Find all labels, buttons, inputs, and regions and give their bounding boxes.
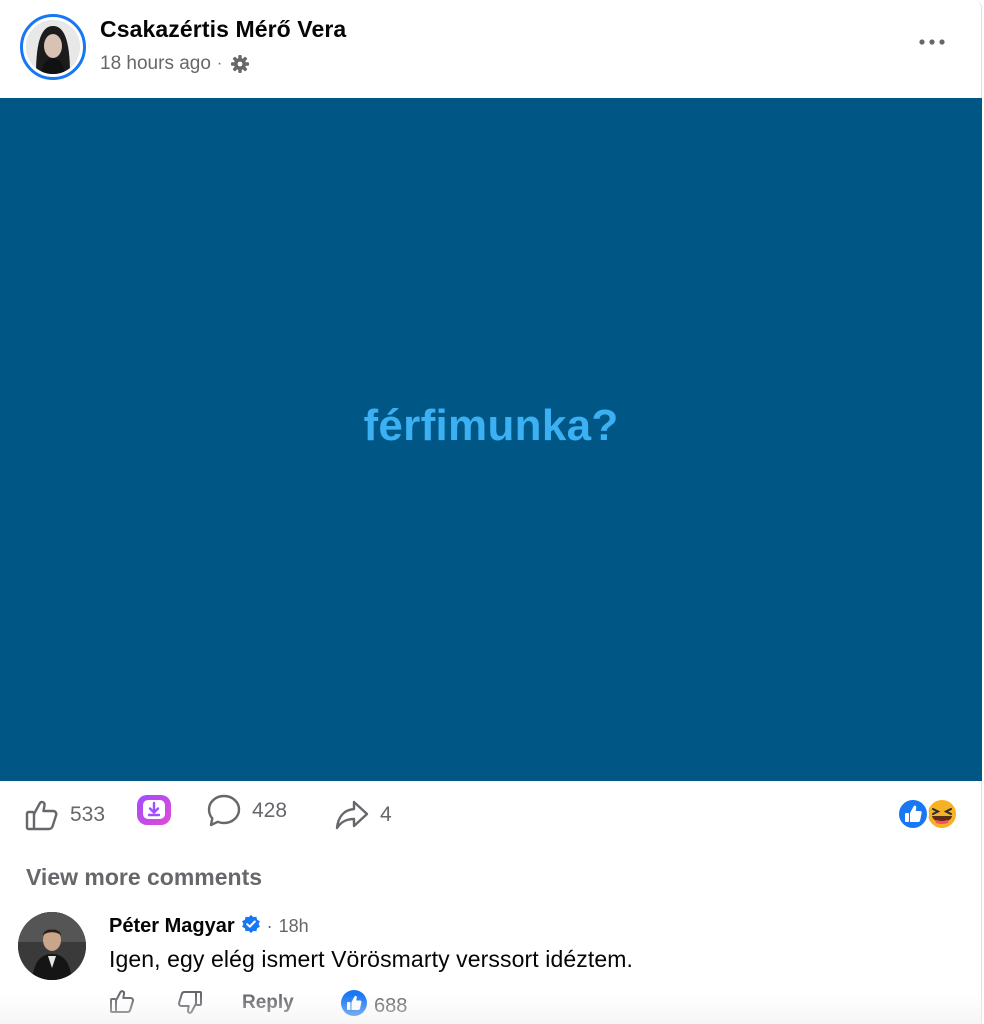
like-count: 533 bbox=[70, 803, 106, 826]
post-time[interactable]: 18 hours ago bbox=[100, 53, 211, 75]
like-button[interactable]: 533 bbox=[24, 797, 105, 833]
comment-button[interactable]: 428 bbox=[206, 793, 287, 829]
comment-author-name[interactable]: Péter Magyar bbox=[109, 915, 235, 938]
author-avatar[interactable] bbox=[26, 20, 80, 74]
more-options-icon[interactable] bbox=[916, 30, 948, 54]
like-reaction-icon bbox=[897, 798, 929, 830]
post-action-bar: 533 428 4 bbox=[0, 781, 982, 847]
boost-icon bbox=[135, 793, 173, 829]
comment-separator: · bbox=[266, 916, 273, 936]
post-image[interactable]: férfimunka? bbox=[0, 98, 982, 781]
view-more-comments-link[interactable]: View more comments bbox=[26, 864, 262, 891]
like-reaction-icon bbox=[340, 989, 368, 1023]
thumbs-up-icon bbox=[24, 797, 60, 833]
share-arrow-icon bbox=[334, 797, 370, 833]
comment-text: Igen, egy elég ismert Vörösmarty verssor… bbox=[109, 946, 633, 972]
share-count: 4 bbox=[380, 803, 392, 826]
post-header: Csakazértis Mérő Vera 18 hours ago · bbox=[0, 0, 982, 98]
comment-like-count: 688 bbox=[374, 994, 408, 1017]
boost-button[interactable] bbox=[135, 793, 173, 829]
comment-like-icon[interactable] bbox=[108, 987, 136, 1020]
comment-dislike-icon[interactable] bbox=[176, 989, 204, 1022]
post-card: Csakazértis Mérő Vera 18 hours ago · fér… bbox=[0, 0, 982, 1024]
author-avatar-ring[interactable] bbox=[20, 14, 86, 80]
reply-button[interactable]: Reply bbox=[242, 992, 294, 1014]
commenter-avatar[interactable] bbox=[18, 912, 86, 980]
post-image-text: férfimunka? bbox=[363, 400, 619, 450]
comment-time[interactable]: 18h bbox=[279, 916, 309, 937]
post-meta: 18 hours ago · bbox=[100, 53, 250, 75]
reaction-summary[interactable] bbox=[896, 797, 960, 831]
comment-header: Péter Magyar · 18h bbox=[109, 914, 309, 939]
gear-icon[interactable] bbox=[230, 54, 250, 74]
post-author-name[interactable]: Csakazértis Mérő Vera bbox=[100, 16, 346, 43]
comment-count: 428 bbox=[252, 799, 288, 822]
comment-action-bar: Reply 688 bbox=[0, 984, 982, 1024]
share-button[interactable]: 4 bbox=[334, 797, 392, 833]
meta-separator: · bbox=[216, 55, 223, 72]
comment-bubble-icon bbox=[206, 793, 242, 829]
haha-reaction-icon bbox=[926, 798, 958, 830]
verified-badge-icon bbox=[241, 914, 261, 939]
comment-reaction-count[interactable]: 688 bbox=[340, 989, 407, 1023]
